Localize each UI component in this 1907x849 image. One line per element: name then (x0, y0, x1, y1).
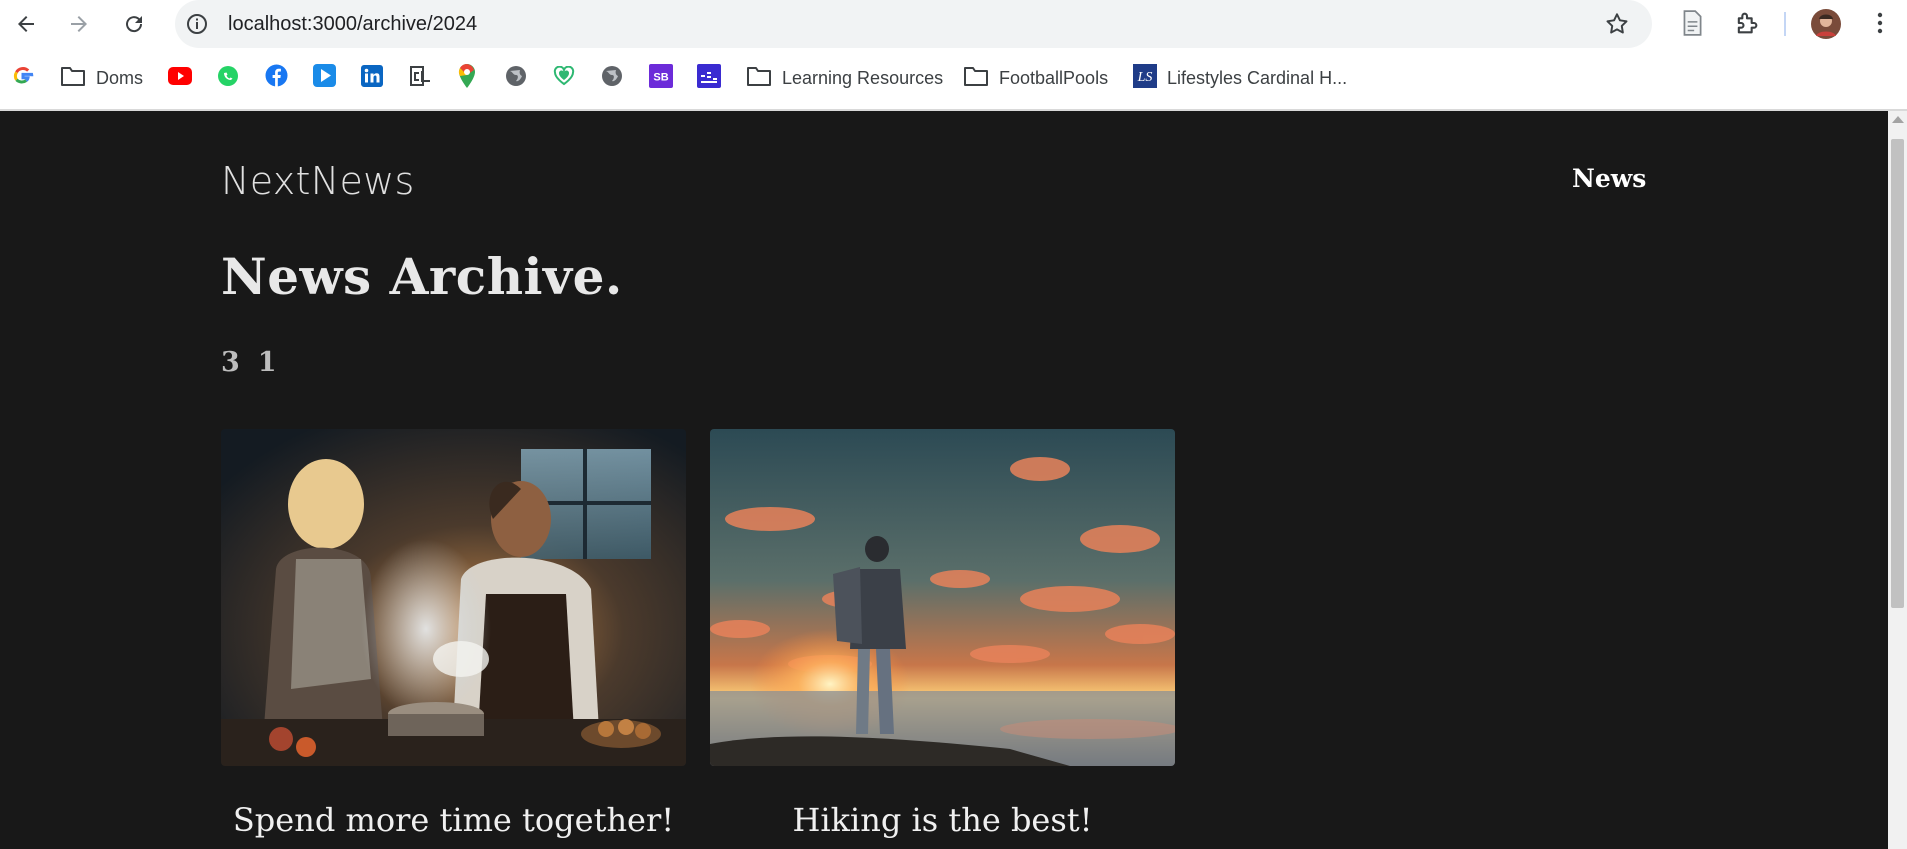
news-card[interactable]: Spend more time together! (221, 429, 686, 839)
scrollbar-thumb[interactable] (1891, 139, 1904, 608)
site-info-icon[interactable] (185, 12, 209, 41)
google-icon (12, 65, 34, 92)
linkedin-icon (361, 64, 383, 92)
whatsapp-icon (217, 65, 239, 92)
site-logo[interactable]: NextNews (221, 159, 415, 203)
ls-icon: LS (1133, 63, 1157, 93)
folder-icon (963, 65, 989, 92)
youtube-icon (168, 66, 192, 90)
archive-month-filter: 3 1 (221, 347, 277, 378)
bars-icon (697, 63, 721, 93)
svg-text:SB: SB (653, 71, 668, 83)
news-card-title[interactable]: Spend more time together! (221, 801, 686, 839)
bookmark-label: FootballPools (999, 67, 1109, 88)
bookmark-doms[interactable]: Doms (60, 57, 143, 99)
bookmark-label: Doms (96, 67, 144, 88)
bookmark-learning-resources[interactable]: Learning Resources (746, 57, 943, 99)
url-text[interactable]: localhost:3000/archive/2024 (228, 13, 477, 36)
page-title: News Archive. (221, 247, 623, 306)
bookmark-lifestyles[interactable]: LS Lifestyles Cardinal H... (1133, 57, 1347, 99)
facebook-icon (265, 64, 288, 92)
bookmarks-bar: Doms SB Learning Resources FootballPools… (0, 57, 1907, 99)
toolbar-divider (1784, 12, 1786, 36)
sb-icon: SB (649, 63, 673, 93)
bookmark-google[interactable] (12, 57, 34, 99)
svg-text:LS: LS (1137, 70, 1153, 85)
news-card[interactable]: Hiking is the best! (710, 429, 1175, 839)
document-icon[interactable] (1679, 9, 1705, 42)
bookmark-cl[interactable] (409, 57, 433, 99)
month-link[interactable]: 1 (258, 347, 277, 378)
bookmark-bars[interactable] (697, 57, 721, 99)
bookmark-heart[interactable] (553, 57, 575, 99)
month-link[interactable]: 3 (221, 347, 240, 378)
folder-icon (746, 65, 772, 92)
profile-avatar[interactable] (1810, 8, 1842, 45)
bookmark-globe-2[interactable] (601, 57, 623, 99)
scroll-up-arrow-icon[interactable] (1892, 116, 1904, 123)
address-bar[interactable]: localhost:3000/archive/2024 (175, 0, 1652, 48)
maps-pin-icon (457, 63, 477, 94)
back-arrow-icon[interactable] (11, 9, 41, 39)
bookmark-label: Lifestyles Cardinal H... (1167, 67, 1348, 88)
hiker-sunset-image[interactable] (710, 429, 1175, 766)
page-viewport: NextNews News News Archive. 3 1 Spend mo… (0, 111, 1888, 849)
bookmark-maps[interactable] (457, 57, 477, 99)
bookmark-facebook[interactable] (265, 57, 288, 99)
bookmark-sb[interactable]: SB (649, 57, 673, 99)
kebab-menu-icon[interactable] (1868, 9, 1892, 42)
bookmark-youtube[interactable] (168, 57, 192, 99)
play-icon (313, 64, 336, 92)
nav-link-news[interactable]: News (1572, 164, 1646, 193)
bookmark-linkedin[interactable] (361, 57, 383, 99)
news-card-title[interactable]: Hiking is the best! (710, 801, 1175, 839)
reload-icon[interactable] (119, 9, 149, 39)
bookmark-star-icon[interactable] (1604, 11, 1630, 42)
bookmark-play[interactable] (313, 57, 336, 99)
forward-arrow-icon[interactable] (64, 9, 94, 39)
globe-icon (505, 65, 527, 92)
extensions-icon[interactable] (1733, 9, 1761, 42)
couple-cooking-image[interactable] (221, 429, 686, 766)
cl-icon (409, 64, 433, 93)
bookmark-whatsapp[interactable] (217, 57, 239, 99)
bookmark-footballpools[interactable]: FootballPools (963, 57, 1108, 99)
heart-shield-icon (553, 65, 575, 91)
globe-icon (601, 65, 623, 92)
bookmark-globe-1[interactable] (505, 57, 527, 99)
bookmark-label: Learning Resources (782, 67, 944, 88)
page-scrollbar[interactable] (1888, 111, 1907, 849)
folder-icon (60, 65, 86, 92)
browser-toolbar: localhost:3000/archive/2024 (0, 0, 1907, 48)
